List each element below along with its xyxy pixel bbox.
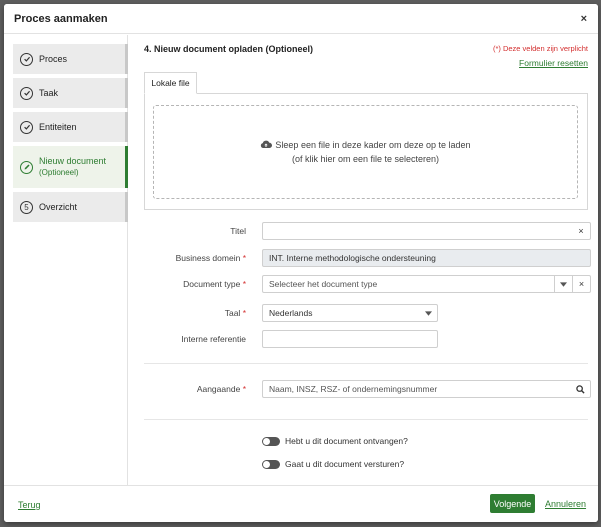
check-icon xyxy=(20,86,33,100)
step-content: 4. Nieuw document opladen (Optioneel) (*… xyxy=(129,35,598,485)
modal-footer: Terug Volgende Annuleren xyxy=(4,485,598,522)
titel-label: Titel xyxy=(136,226,246,236)
step-label-text: Nieuw document xyxy=(39,156,107,166)
taal-label: Taal * xyxy=(136,308,246,318)
required-mark: * xyxy=(242,308,246,318)
required-fields-note: (*) Deze velden zijn verplicht xyxy=(492,44,588,53)
interne-referentie-label: Interne referentie xyxy=(136,334,246,344)
step-label: Proces xyxy=(39,54,68,64)
label-text: Business domein xyxy=(175,253,241,263)
taal-value: Nederlands xyxy=(269,308,313,318)
business-domein-value: INT. Interne methodologische ondersteuni… xyxy=(269,253,436,263)
step-taak[interactable]: Taak xyxy=(13,78,128,108)
required-mark: * xyxy=(242,253,246,263)
step-number: 5 xyxy=(20,200,33,214)
check-icon xyxy=(20,120,33,134)
dropzone-text: Sleep een file in deze kader om deze op … xyxy=(275,139,471,150)
step-overzicht[interactable]: 5 Overzicht xyxy=(13,192,128,222)
check-icon xyxy=(20,52,33,66)
toggle-label: Hebt u dit document ontvangen? xyxy=(285,436,408,446)
aangaande-search-input[interactable]: Naam, INSZ, RSZ- of ondernemingsnummer xyxy=(262,380,591,398)
file-dropzone[interactable]: Sleep een file in deze kader om deze op … xyxy=(153,105,578,199)
close-icon[interactable]: × xyxy=(581,13,587,25)
chevron-down-icon[interactable] xyxy=(554,276,572,292)
search-icon[interactable] xyxy=(570,381,590,397)
dropzone-line-1: Sleep een file in deze kader om deze op … xyxy=(260,139,471,153)
aangaande-label: Aangaande * xyxy=(136,384,246,394)
back-link[interactable]: Terug xyxy=(18,500,41,510)
toggle-ontvangen[interactable]: Hebt u dit document ontvangen? xyxy=(262,436,408,446)
tab-lokale-file[interactable]: Lokale file xyxy=(144,72,197,94)
label-text: Titel xyxy=(230,226,246,236)
taal-select[interactable]: Nederlands xyxy=(262,304,438,322)
required-mark: * xyxy=(242,279,246,289)
cloud-upload-icon xyxy=(260,140,273,153)
chevron-down-icon[interactable] xyxy=(419,305,437,321)
required-mark: * xyxy=(242,384,246,394)
toggle-label: Gaat u dit document versturen? xyxy=(285,459,405,469)
toggle-switch[interactable] xyxy=(262,459,280,469)
label-text: Document type xyxy=(183,279,241,289)
step-label: Nieuw document (Optioneel) xyxy=(39,155,106,179)
document-type-label: Document type * xyxy=(136,279,246,289)
step-entiteiten[interactable]: Entiteiten xyxy=(13,112,128,142)
toggle-switch[interactable] xyxy=(262,436,280,446)
label-text: Aangaande xyxy=(196,384,241,394)
tab-panel: Sleep een file in deze kader om deze op … xyxy=(144,93,588,210)
document-type-select[interactable]: Selecteer het document type × xyxy=(262,275,591,293)
business-domein-field: INT. Interne methodologische ondersteuni… xyxy=(262,249,591,267)
step-proces[interactable]: Proces xyxy=(13,44,128,74)
interne-referentie-input[interactable] xyxy=(262,330,438,348)
wizard-steps: Proces Taak Entiteiten Nieuw document (O… xyxy=(4,35,128,485)
reset-form-link[interactable]: Formulier resetten xyxy=(519,58,588,68)
next-button[interactable]: Volgende xyxy=(490,494,535,513)
step-label: Overzicht xyxy=(39,202,78,212)
clear-icon[interactable]: × xyxy=(572,223,590,239)
toggle-versturen[interactable]: Gaat u dit document versturen? xyxy=(262,459,404,469)
clear-icon[interactable]: × xyxy=(572,276,590,292)
label-text: Taal xyxy=(224,308,241,318)
cancel-link[interactable]: Annuleren xyxy=(545,499,586,509)
titel-input[interactable]: × xyxy=(262,222,591,240)
modal-header: Proces aanmaken × xyxy=(4,4,598,34)
dropzone-line-2: (of klik hier om een file te selecteren) xyxy=(291,153,440,164)
divider xyxy=(144,363,588,364)
modal-title: Proces aanmaken xyxy=(14,13,108,25)
create-process-modal: Proces aanmaken × Proces Taak Entiteiten xyxy=(4,4,598,522)
divider xyxy=(144,419,588,420)
step-label: Entiteiten xyxy=(39,122,77,132)
step-sublabel: (Optioneel) xyxy=(39,168,79,177)
pencil-icon xyxy=(20,160,33,174)
step-nieuw-document[interactable]: Nieuw document (Optioneel) xyxy=(13,146,128,188)
section-title: 4. Nieuw document opladen (Optioneel) xyxy=(144,44,314,54)
step-label: Taak xyxy=(39,88,59,98)
aangaande-placeholder: Naam, INSZ, RSZ- of ondernemingsnummer xyxy=(269,384,438,394)
label-text: Interne referentie xyxy=(181,334,246,344)
business-domein-label: Business domein * xyxy=(136,253,246,263)
document-type-placeholder: Selecteer het document type xyxy=(269,279,378,289)
